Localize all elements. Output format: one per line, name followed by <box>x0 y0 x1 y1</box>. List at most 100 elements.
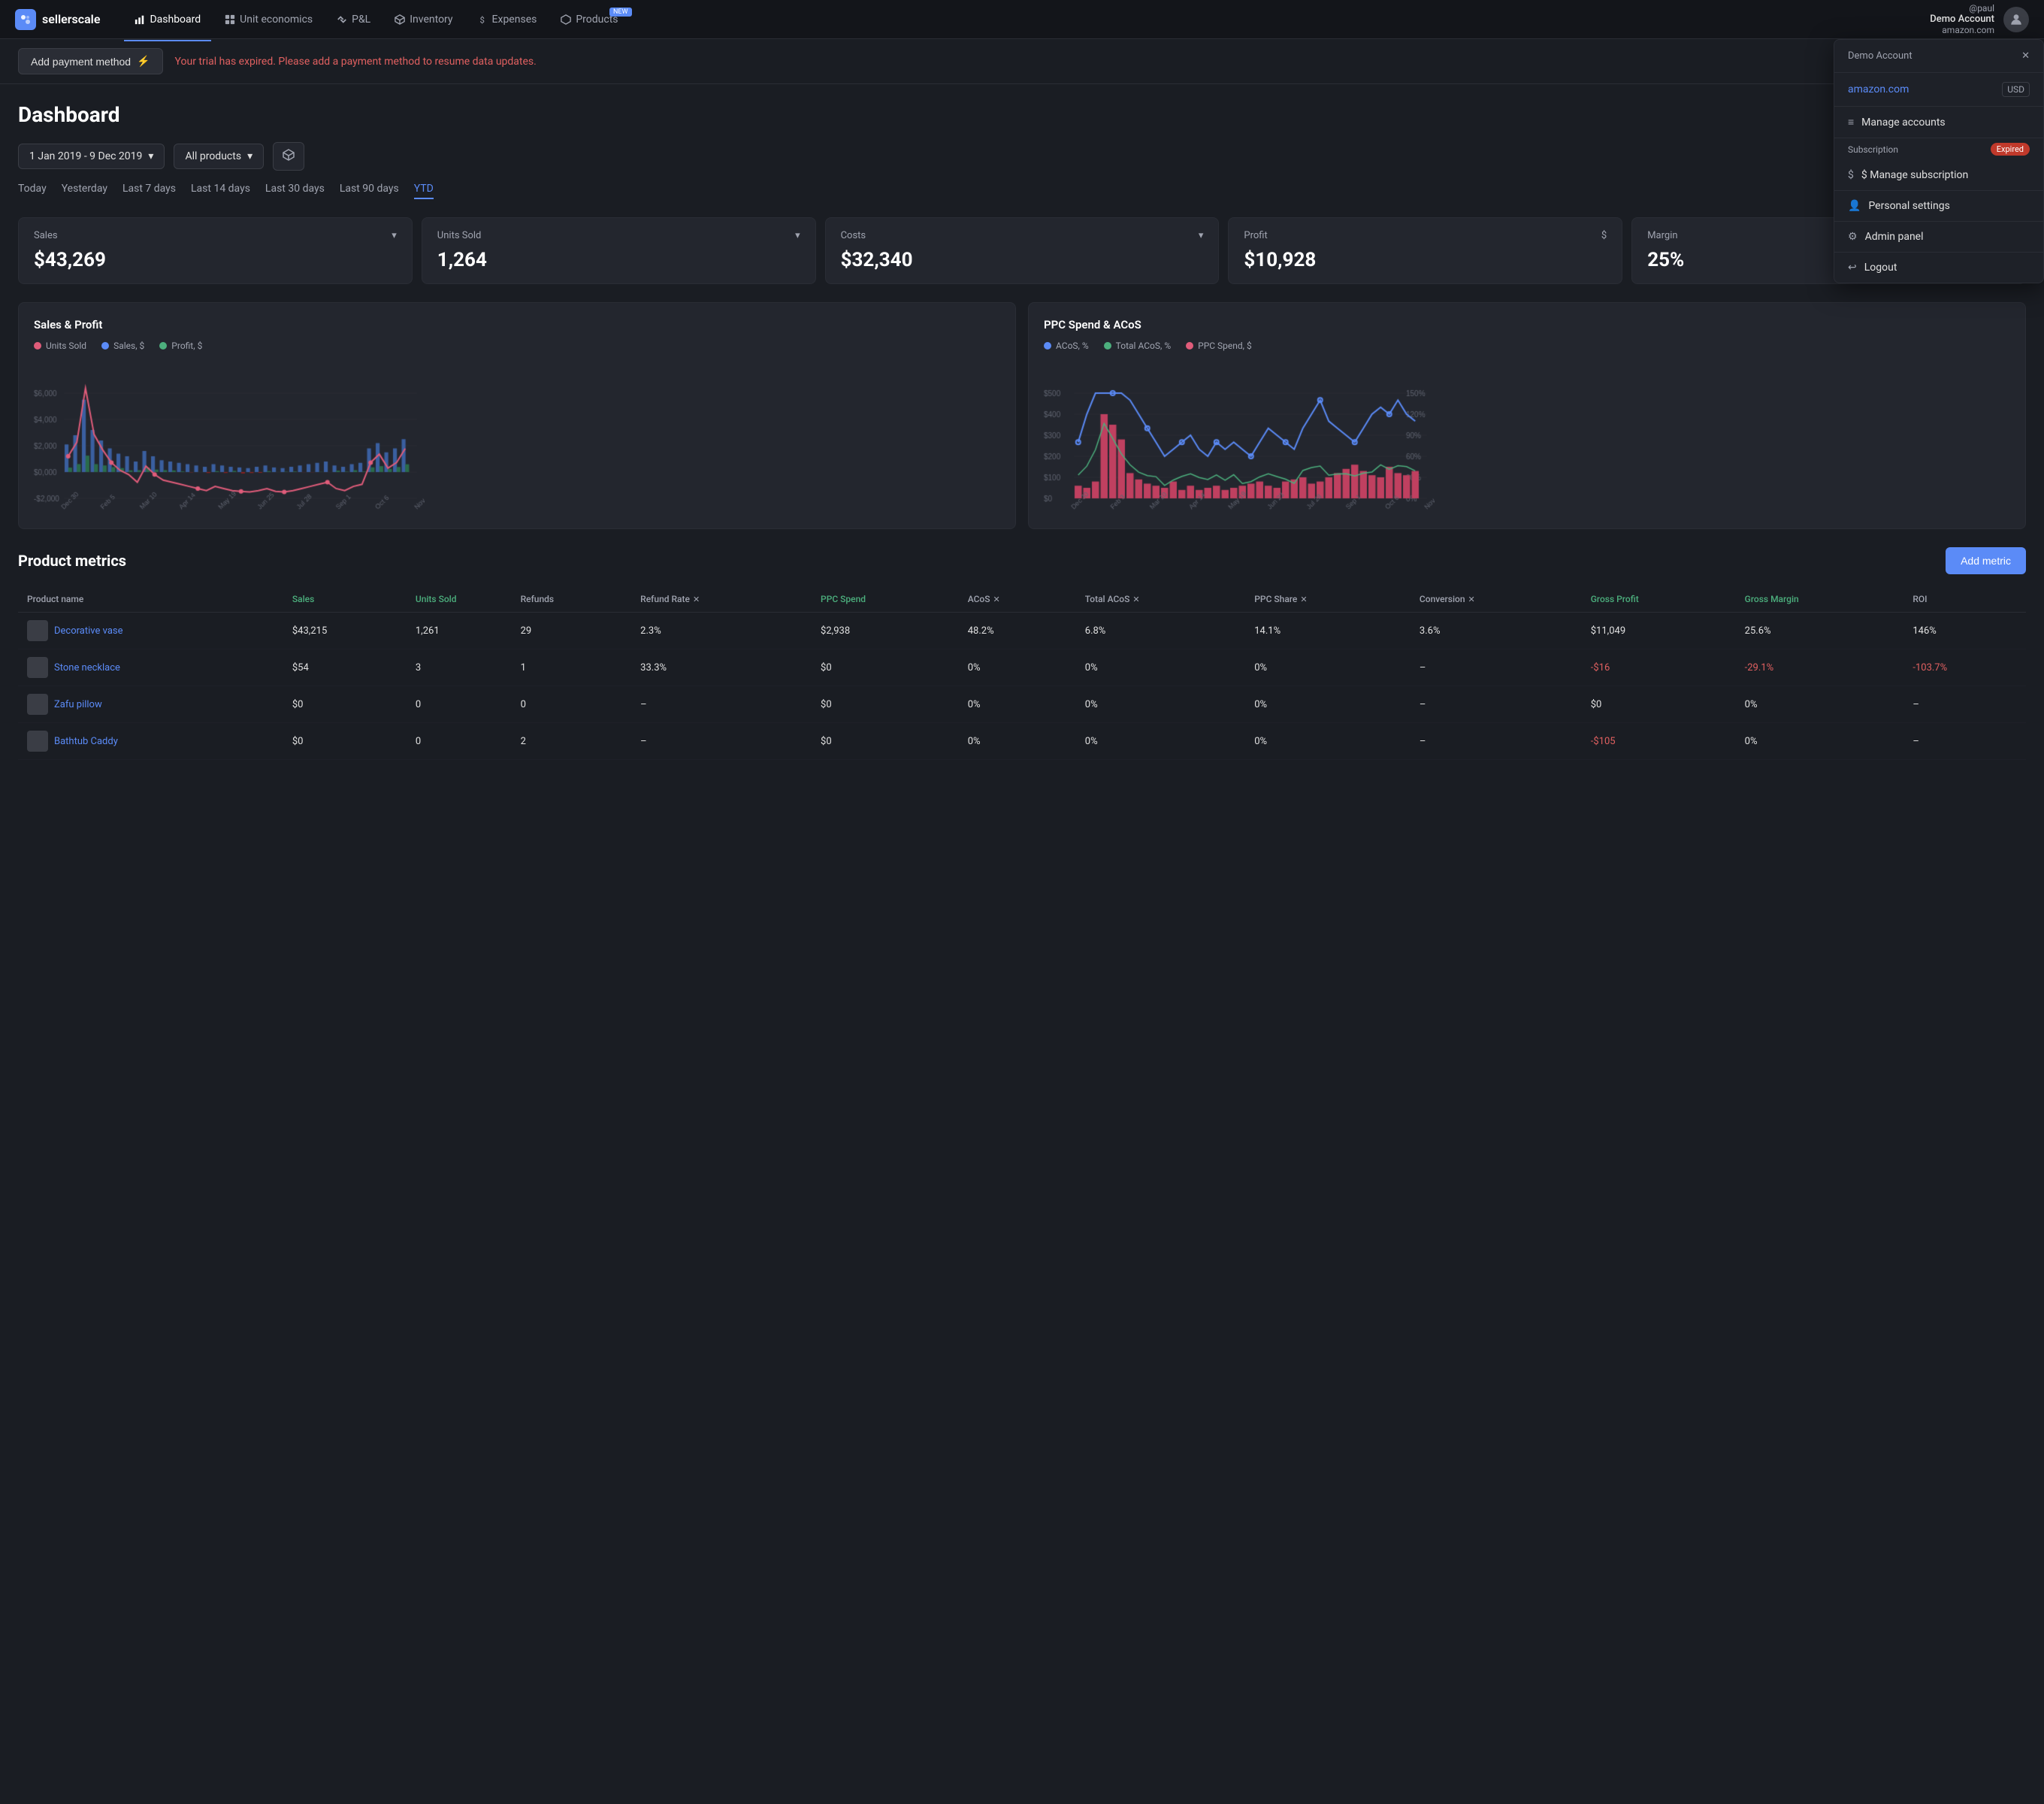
total-acos-cell: 0% <box>1076 686 1245 723</box>
ppc-spend-cell: $2,938 <box>812 613 959 649</box>
product-name-cell[interactable]: Stone necklace <box>27 657 274 678</box>
charts-row: Sales & Profit Units Sold Sales, $ Profi… <box>18 302 2026 529</box>
ppc-acos-chart-card: PPC Spend & ACoS ACoS, % Total ACoS, % P… <box>1028 302 2026 529</box>
close-refund-rate-icon[interactable]: ✕ <box>693 595 700 604</box>
product-link[interactable]: Bathtub Caddy <box>54 736 118 747</box>
nav-item-products[interactable]: Products NEW <box>550 9 628 30</box>
product-thumbnail <box>27 731 48 752</box>
ppc-acos-chart <box>1044 363 2010 513</box>
th-conversion: Conversion ✕ <box>1411 586 1582 613</box>
product-thumbnail <box>27 694 48 715</box>
ppc-acos-title: PPC Spend & ACoS <box>1044 318 2010 331</box>
legend-dot-total-acos <box>1104 342 1111 350</box>
main-content: Dashboard 1 Jan 2019 - 9 Dec 2019 ▾ All … <box>0 84 2044 778</box>
grid-icon <box>225 14 235 25</box>
chevron-down-icon[interactable]: ▾ <box>1199 230 1204 241</box>
total-acos-cell: 6.8% <box>1076 613 1245 649</box>
close-acos-icon[interactable]: ✕ <box>993 595 1000 604</box>
avatar[interactable] <box>2003 7 2029 32</box>
ppc-share-cell: 14.1% <box>1245 613 1411 649</box>
dollar-icon: $ <box>477 14 488 25</box>
dropdown-close-icon[interactable]: ✕ <box>2021 50 2030 62</box>
nav-item-inventory[interactable]: Inventory <box>384 9 463 30</box>
gross-margin-cell: 25.6% <box>1736 613 1904 649</box>
ppc-spend-cell: $0 <box>812 686 959 723</box>
th-gross-profit: Gross Profit <box>1582 586 1736 613</box>
refund-rate-cell: 2.3% <box>631 613 812 649</box>
th-refund-rate: Refund Rate ✕ <box>631 586 812 613</box>
shortcut-last7[interactable]: Last 7 days <box>122 180 176 199</box>
product-link[interactable]: Stone necklace <box>54 662 120 673</box>
logo[interactable]: sellerscale <box>15 9 100 30</box>
nav-right: @paul Demo Account amazon.com <box>1930 3 2029 35</box>
ppc-share-cell: 0% <box>1245 686 1411 723</box>
nav-items: Dashboard Unit economics P&L Inventory <box>124 9 1930 30</box>
logout-item[interactable]: ↩ Logout <box>1834 253 2043 283</box>
product-metrics-section: Product metrics Add metric Product name … <box>18 547 2026 760</box>
refund-rate-cell: 33.3% <box>631 649 812 686</box>
shortcut-last30[interactable]: Last 30 days <box>265 180 325 199</box>
product-name-cell[interactable]: Bathtub Caddy <box>27 731 274 752</box>
person-icon: 👤 <box>1848 200 1861 212</box>
th-ppc-spend: PPC Spend <box>812 586 959 613</box>
manage-subscription-item[interactable]: $ $ Manage subscription <box>1834 160 2043 191</box>
legend-dot-units-sold <box>34 342 41 350</box>
nav-item-pl[interactable]: P&L <box>326 9 381 30</box>
account-name[interactable]: amazon.com <box>1848 83 1909 95</box>
conversion-cell: – <box>1411 686 1582 723</box>
close-total-acos-icon[interactable]: ✕ <box>1132 595 1139 604</box>
date-shortcuts: Today Yesterday Last 7 days Last 14 days… <box>18 180 2026 199</box>
products-filter[interactable]: All products ▾ <box>174 144 264 169</box>
close-conversion-icon[interactable]: ✕ <box>1468 595 1475 604</box>
add-payment-button[interactable]: Add payment method ⚡ <box>18 48 163 74</box>
shortcut-last14[interactable]: Last 14 days <box>191 180 250 199</box>
legend-acos: ACoS, % <box>1044 341 1089 351</box>
legend-dot-acos <box>1044 342 1051 350</box>
product-thumbnail <box>27 657 48 678</box>
refunds-cell: 2 <box>512 723 632 760</box>
nav-item-expenses[interactable]: $ Expenses <box>467 9 548 30</box>
kpi-profit: Profit $ $10,928 <box>1228 217 1622 284</box>
nav-item-unit-economics[interactable]: Unit economics <box>214 9 323 30</box>
svg-text:$: $ <box>479 14 484 25</box>
total-acos-cell: 0% <box>1076 723 1245 760</box>
legend-dot-sales <box>101 342 109 350</box>
nav-item-dashboard[interactable]: Dashboard <box>124 9 211 30</box>
product-thumbnail <box>27 620 48 641</box>
kpi-units-sold: Units Sold ▾ 1,264 <box>422 217 816 284</box>
close-ppc-share-icon[interactable]: ✕ <box>1300 595 1307 604</box>
shortcut-last90[interactable]: Last 90 days <box>340 180 399 199</box>
th-sales: Sales <box>283 586 407 613</box>
roi-cell: 146% <box>1903 613 2026 649</box>
product-name-cell[interactable]: Decorative vase <box>27 620 274 641</box>
chevron-down-icon: ▾ <box>247 150 252 162</box>
chevron-down-icon[interactable]: ▾ <box>795 230 800 241</box>
units-sold-cell: 3 <box>407 649 512 686</box>
units-sold-cell: 0 <box>407 723 512 760</box>
new-badge: NEW <box>609 8 632 17</box>
product-link[interactable]: Decorative vase <box>54 625 123 637</box>
logo-icon <box>15 9 36 30</box>
sales-cell: $0 <box>283 723 407 760</box>
admin-panel-item[interactable]: ⚙ Admin panel <box>1834 222 2043 253</box>
add-metric-button[interactable]: Add metric <box>1946 547 2026 574</box>
sales-profit-title: Sales & Profit <box>34 318 1000 331</box>
shortcut-ytd[interactable]: YTD <box>414 180 434 199</box>
product-link[interactable]: Zafu pillow <box>54 699 102 710</box>
chevron-down-icon[interactable]: ▾ <box>392 230 397 241</box>
manage-accounts-item[interactable]: ≡ Manage accounts <box>1834 107 2043 138</box>
shortcut-today[interactable]: Today <box>18 180 47 199</box>
dropdown-header: Demo Account ✕ <box>1834 40 2043 73</box>
gross-margin-cell: 0% <box>1736 723 1904 760</box>
ppc-acos-legend: ACoS, % Total ACoS, % PPC Spend, $ <box>1044 341 2010 351</box>
cube-filter-button[interactable] <box>273 142 304 171</box>
product-name-cell[interactable]: Zafu pillow <box>27 694 274 715</box>
date-range-filter[interactable]: 1 Jan 2019 - 9 Dec 2019 ▾ <box>18 144 165 169</box>
personal-settings-item[interactable]: 👤 Personal settings <box>1834 191 2043 222</box>
sales-cell: $54 <box>283 649 407 686</box>
sales-profit-legend: Units Sold Sales, $ Profit, $ <box>34 341 1000 351</box>
roi-cell: -103.7% <box>1903 649 2026 686</box>
user-info[interactable]: @paul Demo Account amazon.com <box>1930 3 1994 35</box>
th-roi: ROI <box>1903 586 2026 613</box>
shortcut-yesterday[interactable]: Yesterday <box>62 180 107 199</box>
